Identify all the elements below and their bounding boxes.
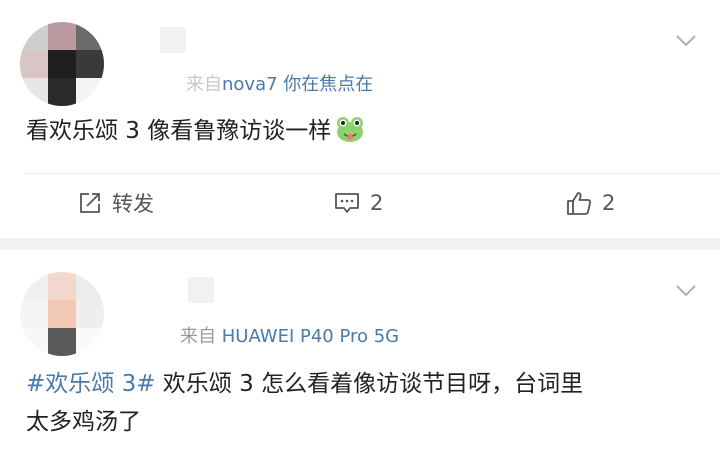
chevron-down-icon[interactable] [674,278,698,302]
source-prefix: 来自 [180,326,216,347]
hashtag-link[interactable]: #欢乐颂 3# [26,371,156,397]
post-text-line-2: 太多鸡汤了 [26,409,141,435]
weibo-post-2: 来自 HUAWEI P40 Pro 5G #欢乐颂 3# 欢乐颂 3 怎么看着像… [0,250,720,463]
source-device[interactable]: nova7 你在焦点在 [222,74,373,95]
username-blurred[interactable] [188,277,214,303]
comment-count: 2 [370,191,384,215]
weibo-post-1: 来自nova7 你在焦点在 看欢乐颂 3 像看鲁豫访谈一样 转发 2 2 [0,0,720,238]
repost-label: 转发 [112,192,154,216]
post-text: 欢乐颂 3 怎么看着像访谈节目呀，台词里 [155,371,584,397]
username-blurred[interactable] [160,27,186,53]
avatar[interactable] [20,272,104,356]
like-count: 2 [602,191,616,215]
source-prefix: 来自 [186,74,222,95]
chevron-down-icon[interactable] [674,28,698,52]
post-text: 看欢乐颂 3 像看鲁豫访谈一样 [26,118,332,144]
post-content: #欢乐颂 3# 欢乐颂 3 怎么看着像访谈节目呀，台词里 太多鸡汤了 [26,365,583,441]
post-source: 来自nova7 你在焦点在 [186,70,373,96]
post-source: 来自 HUAWEI P40 Pro 5G [180,322,399,348]
post-content: 看欢乐颂 3 像看鲁豫访谈一样 [26,112,365,150]
action-bar: 转发 2 2 [0,186,720,220]
avatar[interactable] [20,22,104,106]
thumbs-up-icon [567,192,591,215]
post-text-line-1: #欢乐颂 3# 欢乐颂 3 怎么看着像访谈节目呀，台词里 [26,365,583,403]
comment-button[interactable]: 2 [334,186,383,220]
repost-button[interactable]: 转发 [78,186,154,220]
like-button[interactable]: 2 [566,186,615,220]
post-separator [0,238,720,250]
comment-icon [335,193,359,213]
divider [26,173,720,174]
repost-icon [80,193,100,213]
frog-emoji-icon [337,116,364,142]
source-device[interactable]: HUAWEI P40 Pro 5G [222,326,399,347]
